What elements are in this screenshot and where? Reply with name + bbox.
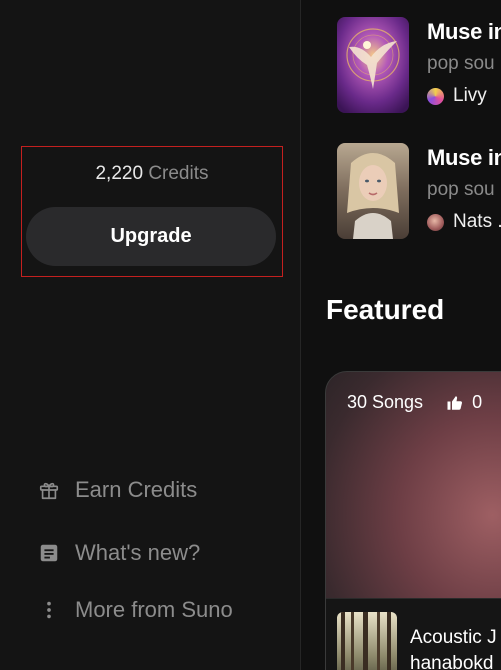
song-artist[interactable]: Nats . bbox=[427, 211, 501, 233]
artist-name: Livy bbox=[453, 85, 487, 106]
song-cover[interactable] bbox=[337, 17, 409, 113]
song-artist[interactable]: Livy bbox=[427, 85, 487, 107]
credits-amount: 2,220 bbox=[95, 163, 144, 184]
playlist-name[interactable]: Acoustic J bbox=[410, 627, 497, 649]
artist-avatar bbox=[427, 213, 444, 231]
like-stat[interactable]: 0 bbox=[446, 392, 482, 413]
menu-earn-credits-label: Earn Credits bbox=[75, 477, 198, 502]
menu-earn-credits[interactable]: Earn Credits bbox=[38, 477, 197, 503]
song-count: 30 Songs bbox=[347, 392, 424, 412]
credits-label: Credits bbox=[148, 163, 209, 184]
song-item[interactable]: Muse in pop sou Livy bbox=[337, 17, 501, 113]
artist-avatar bbox=[427, 87, 444, 105]
menu-whats-new[interactable]: What's new? bbox=[38, 540, 200, 566]
playlist-thumbnail[interactable] bbox=[337, 612, 397, 670]
like-count: 0 bbox=[472, 392, 483, 412]
song-cover[interactable] bbox=[337, 143, 409, 239]
upgrade-button[interactable]: Upgrade bbox=[26, 207, 276, 266]
credits-panel: 2,220 Credits Upgrade bbox=[21, 146, 283, 277]
gift-icon bbox=[38, 479, 60, 501]
kebab-vertical-icon bbox=[38, 599, 60, 621]
song-title[interactable]: Muse in bbox=[427, 145, 501, 171]
playlist-creator[interactable]: hanabokd bbox=[410, 653, 493, 670]
main-content: Muse in pop sou Livy Muse in pop sou Nat… bbox=[302, 0, 501, 670]
menu-more-from-suno[interactable]: More from Suno bbox=[38, 597, 233, 623]
sidebar: 2,220 Credits Upgrade Earn Credits What'… bbox=[0, 0, 301, 670]
thumbs-up-icon bbox=[446, 394, 464, 412]
playlist-info: Acoustic J hanabokd bbox=[326, 598, 501, 670]
song-genre: pop sou bbox=[427, 53, 495, 74]
featured-heading: Featured bbox=[326, 294, 445, 325]
song-item[interactable]: Muse in pop sou Nats . bbox=[337, 143, 501, 239]
playlist-stats: 30 Songs 0 bbox=[347, 392, 482, 413]
menu-more-from-suno-label: More from Suno bbox=[75, 597, 233, 622]
menu-whats-new-label: What's new? bbox=[75, 540, 201, 565]
document-icon bbox=[38, 542, 60, 564]
song-genre: pop sou bbox=[427, 179, 495, 200]
credits-display: 2,220 Credits bbox=[22, 163, 282, 185]
featured-playlist-card[interactable]: 30 Songs 0 Acoustic J hanabokd bbox=[325, 371, 501, 670]
song-title[interactable]: Muse in bbox=[427, 19, 501, 45]
artist-name: Nats . bbox=[453, 211, 501, 232]
